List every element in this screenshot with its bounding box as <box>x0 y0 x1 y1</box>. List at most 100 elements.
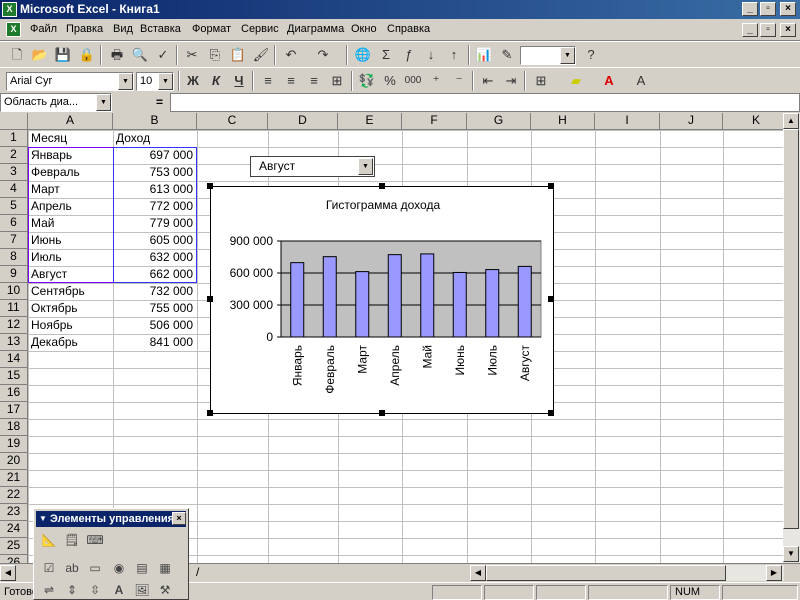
function-icon[interactable]: ƒ <box>398 45 420 65</box>
close-button[interactable]: × <box>780 2 796 16</box>
scroll-right-icon[interactable]: ▶ <box>766 565 782 581</box>
column-header-j[interactable]: J <box>660 113 723 130</box>
row-header[interactable]: 5 <box>0 198 28 215</box>
chevron-down-icon[interactable]: ▼ <box>560 47 575 64</box>
row-header[interactable]: 25 <box>0 538 28 555</box>
menu-tools[interactable]: Сервис <box>241 23 279 35</box>
open-icon[interactable]: 📂 <box>29 45 51 65</box>
menu-format[interactable]: Формат <box>192 23 231 35</box>
textbox-icon[interactable]: ab <box>63 559 81 577</box>
resize-handle[interactable] <box>207 410 213 416</box>
row-header[interactable]: 17 <box>0 402 28 419</box>
scroll-thumb[interactable] <box>783 129 799 529</box>
save-icon[interactable]: 💾 <box>52 45 74 65</box>
chart-wizard-icon[interactable]: 📊 <box>473 45 495 65</box>
view-code-icon[interactable]: ⌨ <box>86 531 104 549</box>
column-header-k[interactable]: K <box>723 113 790 130</box>
forms-close-button[interactable]: × <box>172 512 186 525</box>
first-sheet-icon[interactable]: ◀ <box>0 565 16 581</box>
forms-toolbar-title[interactable]: ▼ Элементы управления <box>36 511 186 527</box>
column-header-c[interactable]: C <box>197 113 268 130</box>
menu-window[interactable]: Окно <box>351 23 377 35</box>
excel-app-icon[interactable]: X <box>2 2 17 17</box>
menu-insert[interactable]: Вставка <box>140 23 181 35</box>
row-header[interactable]: 8 <box>0 249 28 266</box>
row-header[interactable]: 14 <box>0 351 28 368</box>
design-mode-icon[interactable]: 📐 <box>40 531 58 549</box>
bold-button[interactable]: Ж <box>182 71 204 91</box>
currency-icon[interactable]: 💱 <box>356 71 378 91</box>
row-header[interactable]: 13 <box>0 334 28 351</box>
sort-descending-icon[interactable]: ↑ <box>443 45 465 65</box>
row-header[interactable]: 26 <box>0 555 28 563</box>
row-header[interactable]: 3 <box>0 164 28 181</box>
button-control-icon[interactable]: ▭ <box>86 559 104 577</box>
borders-icon[interactable]: ⊞ <box>530 71 552 91</box>
checkbox-icon[interactable]: ☑ <box>40 559 58 577</box>
row-header[interactable]: 12 <box>0 317 28 334</box>
column-header-a[interactable]: A <box>28 113 113 130</box>
format-painter-icon[interactable]: 🖌 <box>250 45 272 65</box>
align-center-icon[interactable]: ≡ <box>280 71 302 91</box>
font-size-combo[interactable]: 10 ▼ <box>136 72 174 91</box>
label-control-icon[interactable]: A <box>110 581 128 599</box>
hscroll-thumb[interactable] <box>486 565 726 581</box>
chevron-down-icon[interactable]: ▼ <box>96 94 111 111</box>
column-header-b[interactable]: B <box>113 113 197 130</box>
cell-month[interactable]: Декабрь <box>29 334 112 351</box>
column-header-f[interactable]: F <box>402 113 467 130</box>
cell-a1[interactable]: Месяц <box>29 130 112 147</box>
chevron-down-icon[interactable]: ▼ <box>158 73 173 90</box>
cell-month[interactable]: Ноябрь <box>29 317 112 334</box>
help-icon[interactable]: ? <box>580 45 602 65</box>
spelling-icon[interactable]: ✓ <box>152 45 174 65</box>
formula-equals[interactable]: = <box>156 95 163 109</box>
menu-edit[interactable]: Правка <box>66 23 103 35</box>
decrease-indent-icon[interactable]: ⇤ <box>477 71 499 91</box>
decrease-decimal-icon[interactable]: ⁻ <box>448 71 470 91</box>
italic-button[interactable]: К <box>205 71 227 91</box>
row-header[interactable]: 2 <box>0 147 28 164</box>
month-dropdown[interactable]: Август ▼ <box>250 156 375 177</box>
vertical-scrollbar[interactable]: ▲ ▼ <box>783 113 800 563</box>
menu-view[interactable]: Вид <box>113 23 133 35</box>
image-control-icon[interactable]: 🖼 <box>133 581 151 599</box>
column-header-h[interactable]: H <box>531 113 595 130</box>
align-left-icon[interactable]: ≡ <box>257 71 279 91</box>
chart-area[interactable]: Гистограмма дохода 0 300 000 600 000 900 000… <box>210 186 554 414</box>
permission-icon[interactable]: 🔒 <box>76 45 98 65</box>
doc-minimize-button[interactable]: _ <box>742 23 758 37</box>
column-header-g[interactable]: G <box>467 113 531 130</box>
maximize-button[interactable]: ▫ <box>760 2 776 16</box>
row-header[interactable]: 10 <box>0 283 28 300</box>
font-name-combo[interactable]: Arial Cyr ▼ <box>6 72 134 91</box>
spinner-icon[interactable]: ⇕ <box>63 581 81 599</box>
percent-button[interactable]: % <box>379 71 401 91</box>
merge-center-icon[interactable]: ⊞ <box>326 71 348 91</box>
toggle-icon[interactable]: ⇌ <box>40 581 58 599</box>
print-preview-icon[interactable]: 🔍 <box>129 45 151 65</box>
new-icon[interactable]: 🗋 <box>6 45 28 65</box>
cell-income[interactable]: 506 000 <box>114 317 196 334</box>
thousands-button[interactable]: 000 <box>402 71 424 91</box>
resize-handle[interactable] <box>548 296 554 302</box>
cell-b1[interactable]: Доход <box>114 130 196 147</box>
workbook-icon[interactable]: X <box>6 22 21 37</box>
resize-handle[interactable] <box>379 410 385 416</box>
scroll-left-icon[interactable]: ◀ <box>470 565 486 581</box>
row-header[interactable]: 18 <box>0 419 28 436</box>
copy-icon[interactable]: ⎘ <box>204 45 226 65</box>
menu-help[interactable]: Справка <box>387 23 430 35</box>
cell-income[interactable]: 755 000 <box>114 300 196 317</box>
row-header[interactable]: 6 <box>0 215 28 232</box>
print-icon[interactable]: 🖶 <box>106 45 128 65</box>
doc-close-button[interactable]: × <box>780 23 796 37</box>
row-header[interactable]: 15 <box>0 368 28 385</box>
sort-ascending-icon[interactable]: ↓ <box>420 45 442 65</box>
row-header[interactable]: 7 <box>0 232 28 249</box>
combobox-icon[interactable]: ▦ <box>156 559 174 577</box>
doc-restore-button[interactable]: ▫ <box>760 23 776 37</box>
select-all-corner[interactable] <box>0 113 28 130</box>
align-right-icon[interactable]: ≡ <box>303 71 325 91</box>
row-header[interactable]: 11 <box>0 300 28 317</box>
